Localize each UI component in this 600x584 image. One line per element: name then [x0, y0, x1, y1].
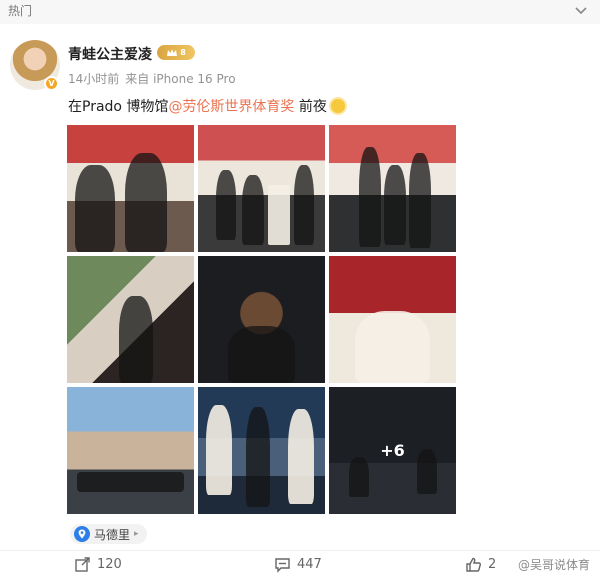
- comment-count: 447: [297, 557, 322, 572]
- member-level: 8: [180, 48, 186, 57]
- thumbs-up-icon: [466, 557, 481, 572]
- location-arrow-icon: ▸: [134, 529, 139, 539]
- crown-icon[interactable]: 8: [157, 45, 195, 60]
- username[interactable]: 青蛙公主爱凌: [68, 44, 152, 64]
- more-photos-count[interactable]: +6: [329, 387, 456, 514]
- comment-button[interactable]: 447: [274, 556, 322, 573]
- share-button[interactable]: 120: [74, 556, 122, 573]
- location-tag[interactable]: 马德里 ▸: [70, 524, 147, 544]
- location-pin-icon: [74, 526, 90, 542]
- post-text-prefix: 在Prado 博物馆: [68, 99, 169, 115]
- share-icon: [75, 557, 90, 572]
- hot-label: 热门: [8, 4, 33, 18]
- like-button[interactable]: 2: [465, 556, 496, 573]
- photo-grid: +6: [67, 125, 456, 514]
- post-source: 来自 iPhone 16 Pro: [125, 72, 236, 86]
- share-count: 120: [97, 557, 122, 572]
- like-count: 2: [488, 557, 497, 572]
- photo-3[interactable]: [329, 125, 456, 252]
- photo-7[interactable]: [67, 387, 194, 514]
- post-meta: 14小时前 来自 iPhone 16 Pro: [68, 70, 236, 87]
- chevron-down-icon[interactable]: [574, 3, 588, 17]
- watermark: @吴哥说体育: [517, 558, 590, 572]
- photo-8[interactable]: [198, 387, 325, 514]
- photo-2[interactable]: [198, 125, 325, 252]
- sun-emoji-icon: [330, 99, 345, 113]
- photo-1[interactable]: [67, 125, 194, 252]
- hot-header: 热门: [0, 0, 600, 24]
- comment-icon: [275, 558, 290, 573]
- v-badge-icon: V: [44, 76, 59, 91]
- action-bar: 120 447 2: [0, 554, 600, 582]
- post-time: 14小时前: [68, 72, 120, 86]
- post-text: 在Prado 博物馆@劳伦斯世界体育奖 前夜: [68, 96, 345, 116]
- divider: [0, 550, 600, 551]
- photo-4[interactable]: [67, 256, 194, 383]
- photo-5[interactable]: [198, 256, 325, 383]
- photo-6[interactable]: [329, 256, 456, 383]
- post-text-suffix: 前夜: [294, 99, 327, 115]
- mention-link[interactable]: @劳伦斯世界体育奖: [168, 99, 294, 115]
- location-label: 马德里: [94, 527, 131, 542]
